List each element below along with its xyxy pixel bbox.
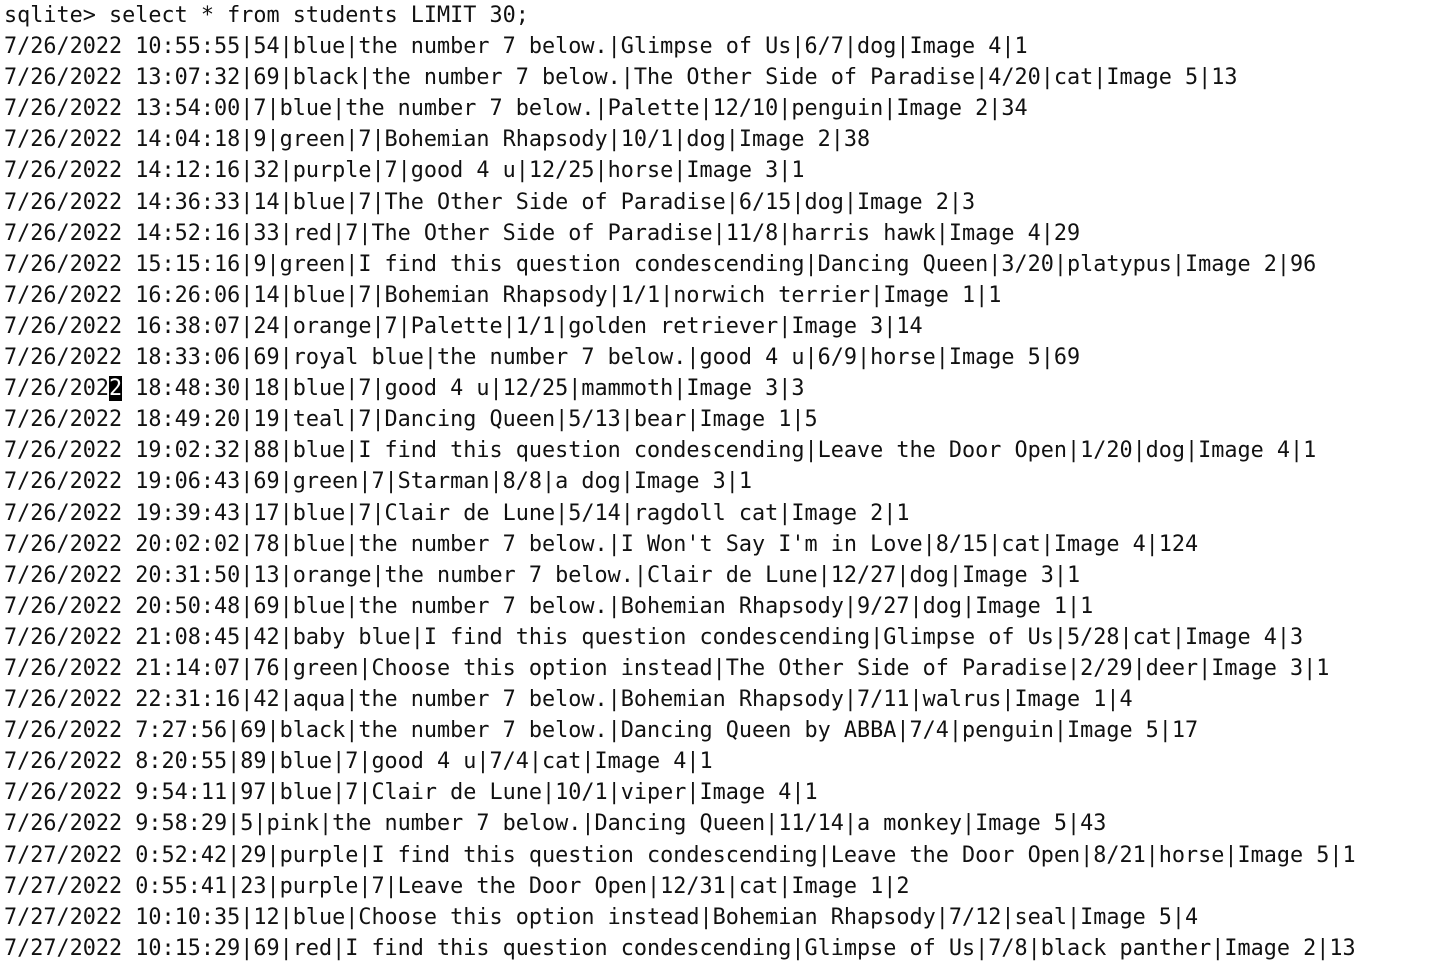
result-row: 7/26/2022 19:39:43|17|blue|7|Clair de Lu… (4, 500, 910, 526)
result-row: 7/27/2022 0:55:41|23|purple|7|Leave the … (4, 873, 910, 899)
result-row: 7/26/2022 7:27:56|69|black|the number 7 … (4, 718, 1199, 744)
result-row: 7/26/2022 18:49:20|19|teal|7|Dancing Que… (4, 407, 818, 433)
result-row-with-cursor: 7/26/2022 18:48:30|18|blue|7|good 4 u|12… (4, 373, 1435, 404)
result-row: 7/26/2022 21:14:07|76|green|Choose this … (4, 655, 1330, 681)
result-row: 7/26/2022 16:26:06|14|blue|7|Bohemian Rh… (4, 282, 1002, 308)
result-row: 7/26/2022 19:06:43|69|green|7|Starman|8/… (4, 469, 753, 495)
result-row: 7/26/2022 20:31:50|13|orange|the number … (4, 562, 1081, 588)
result-row: 7/26/2022 13:07:32|69|black|the number 7… (4, 65, 1238, 91)
result-row: 7/26/2022 16:38:07|24|orange|7|Palette|1… (4, 313, 923, 339)
result-row: 7/26/2022 20:02:02|78|blue|the number 7 … (4, 531, 1199, 557)
result-row: 7/27/2022 0:52:42|29|purple|I find this … (4, 842, 1356, 868)
result-row: 7/26/2022 14:52:16|33|red|7|The Other Si… (4, 220, 1081, 246)
result-row: 7/26/2022 15:15:16|9|green|I find this q… (4, 251, 1317, 277)
command-line[interactable]: sqlite> select * from students LIMIT 30; (4, 0, 1435, 31)
result-row: 7/26/2022 14:12:16|32|purple|7|good 4 u|… (4, 158, 805, 184)
result-row: 7/26/2022 19:02:32|88|blue|I find this q… (4, 438, 1317, 464)
terminal-window[interactable]: sqlite> select * from students LIMIT 30;… (0, 0, 1435, 971)
row-text-after-cursor: 18:48:30|18|blue|7|good 4 u|12/25|mammot… (122, 376, 805, 402)
result-row: 7/26/2022 14:04:18|9|green|7|Bohemian Rh… (4, 127, 871, 153)
result-row: 7/26/2022 21:08:45|42|baby blue|I find t… (4, 624, 1304, 650)
result-row: 7/26/2022 22:31:16|42|aqua|the number 7 … (4, 687, 1133, 713)
result-row: 7/27/2022 10:10:35|12|blue|Choose this o… (4, 904, 1199, 930)
result-row: 7/26/2022 13:54:00|7|blue|the number 7 b… (4, 96, 1028, 122)
result-row: 7/26/2022 9:58:29|5|pink|the number 7 be… (4, 811, 1107, 837)
result-row: 7/26/2022 18:33:06|69|royal blue|the num… (4, 345, 1081, 371)
result-row: 7/26/2022 20:50:48|69|blue|the number 7 … (4, 593, 1094, 619)
result-row: 7/26/2022 14:36:33|14|blue|7|The Other S… (4, 189, 976, 215)
query-output: 7/26/2022 10:55:55|54|blue|the number 7 … (4, 31, 1435, 964)
result-row: 7/26/2022 9:54:11|97|blue|7|Clair de Lun… (4, 780, 818, 806)
command-text: select * from students LIMIT 30; (108, 3, 529, 28)
row-text-before-cursor: 7/26/202 (4, 376, 109, 402)
text-cursor: 2 (108, 376, 123, 402)
result-row: 7/26/2022 8:20:55|89|blue|7|good 4 u|7/4… (4, 749, 713, 775)
prompt: sqlite> (4, 3, 109, 28)
result-row: 7/26/2022 10:55:55|54|blue|the number 7 … (4, 34, 1028, 60)
result-row: 7/27/2022 10:15:29|69|red|I find this qu… (4, 935, 1356, 961)
